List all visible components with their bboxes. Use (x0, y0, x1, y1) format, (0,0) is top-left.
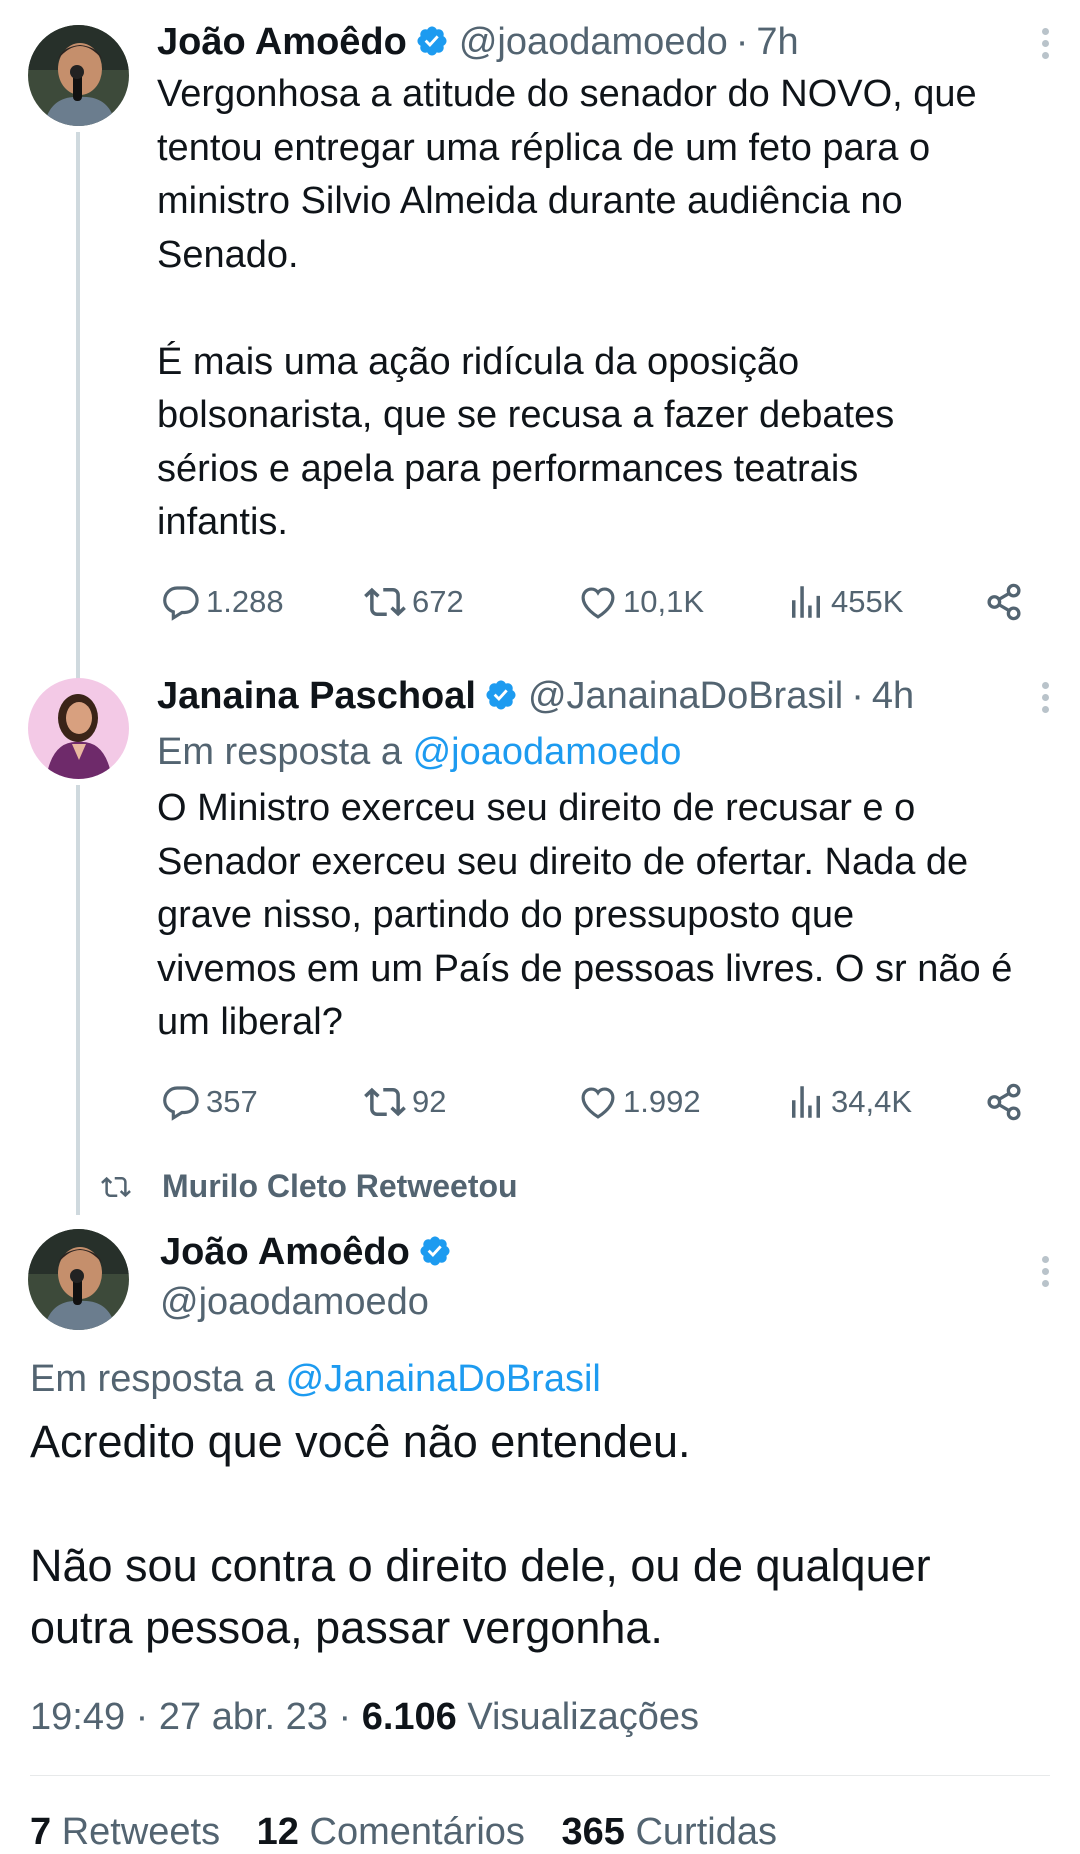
verified-badge-icon (486, 680, 516, 710)
timestamp[interactable]: 7h (756, 21, 798, 63)
reply-prefix: Em resposta a (157, 731, 413, 773)
author-name[interactable]: João Amoêdo (160, 1231, 410, 1273)
reply-to-link[interactable]: @JanainaDoBrasil (286, 1358, 601, 1400)
author-handle[interactable]: @JanainaDoBrasil (528, 675, 843, 717)
reply-prefix: Em resposta a (30, 1358, 286, 1400)
avatar-joao-amoedo[interactable] (28, 25, 129, 126)
separator: · (735, 21, 749, 63)
tweet-time[interactable]: 19:49 (30, 1696, 125, 1738)
avatar-janaina-paschoal[interactable] (28, 678, 129, 779)
reply-count: 357 (206, 1084, 258, 1119)
retweeted-by-label: Murilo Cleto Retweetou (162, 1168, 518, 1204)
share-button[interactable] (983, 1077, 1029, 1127)
author-handle[interactable]: @joaodamoedo (160, 1280, 429, 1324)
separator: · (338, 1696, 352, 1738)
retweet-count: 92 (412, 1084, 447, 1119)
like-count: 1.992 (623, 1084, 701, 1119)
comments-count: 12 (256, 1811, 299, 1853)
like-button[interactable]: 1.992 (577, 1077, 701, 1127)
like-count: 10,1K (623, 584, 705, 619)
more-options-icon[interactable] (1042, 682, 1052, 718)
views-count: 455K (831, 584, 904, 619)
more-options-icon[interactable] (1042, 1256, 1052, 1292)
views-label: Visualizações (467, 1696, 700, 1738)
like-icon (581, 587, 615, 619)
retweet-button[interactable]: 92 (362, 1077, 446, 1127)
retweet-count: 672 (412, 584, 464, 619)
views-count: 34,4K (831, 1084, 913, 1119)
verified-badge-icon (420, 1236, 450, 1266)
retweeted-by[interactable]: Murilo Cleto Retweetou (100, 1168, 518, 1205)
share-button[interactable] (983, 577, 1029, 627)
tweet1-actions: 1.288 672 10,1K 455K (157, 577, 1037, 627)
reply-icon (163, 586, 199, 621)
views-button[interactable]: 34,4K (785, 1077, 912, 1127)
tweet2-text: O Ministro exerceu seu direito de recusa… (157, 787, 1013, 1043)
thread-line-2 (76, 785, 80, 1215)
tweet2-header: Janaina Paschoal @JanainaDoBrasil · 4h (157, 674, 914, 726)
separator: · (135, 1696, 149, 1738)
reply-icon (163, 1086, 199, 1121)
reply-to-link[interactable]: @joaodamoedo (413, 731, 682, 773)
views-icon (792, 586, 820, 618)
tweet2-actions: 357 92 1.992 34,4K (157, 1077, 1037, 1127)
retweet-icon (101, 1176, 131, 1197)
engagement-stats: 7 Retweets 12 Comentários 365 Curtidas (30, 1810, 803, 1854)
timestamp[interactable]: 4h (872, 675, 914, 717)
verified-badge-icon (417, 26, 447, 56)
reply-context: Em resposta a @joaodamoedo (157, 730, 681, 774)
retweet-icon (364, 1087, 406, 1117)
divider (30, 1775, 1050, 1776)
comments-label: Comentários (309, 1811, 525, 1853)
more-options-icon[interactable] (1042, 28, 1052, 64)
author-handle[interactable]: @joaodamoedo (459, 21, 728, 63)
like-button[interactable]: 10,1K (577, 577, 704, 627)
tweet-date[interactable]: 27 abr. 23 (159, 1696, 328, 1738)
views-button[interactable]: 455K (785, 577, 903, 627)
retweets-label: Retweets (61, 1811, 221, 1853)
main-tweet-text: Acredito que você não entendeu. Não sou … (30, 1416, 931, 1653)
author-name[interactable]: Janaina Paschoal (157, 675, 476, 717)
share-icon (987, 583, 1021, 621)
tweet-meta: 19:49 · 27 abr. 23 · 6.106 Visualizações (30, 1695, 699, 1739)
reply-button[interactable]: 357 (160, 1077, 258, 1127)
retweet-icon (364, 587, 406, 617)
likes-label: Curtidas (635, 1811, 777, 1853)
tweet1-header: João Amoêdo @joaodamoedo · 7h (157, 20, 799, 72)
retweets-stat[interactable]: 7 Retweets (30, 1811, 220, 1853)
reply-count: 1.288 (206, 584, 284, 619)
retweet-button[interactable]: 672 (362, 577, 464, 627)
main-author-name-row: João Amoêdo (160, 1230, 462, 1282)
likes-stat[interactable]: 365 Curtidas (562, 1811, 777, 1853)
views-count: 6.106 (361, 1696, 457, 1738)
views-icon (792, 1086, 820, 1118)
likes-count: 365 (561, 1811, 625, 1853)
tweet1-text: Vergonhosa a atitude do senador do NOVO,… (157, 73, 977, 543)
separator: · (851, 675, 864, 717)
reply-button[interactable]: 1.288 (160, 577, 284, 627)
retweets-count: 7 (30, 1811, 52, 1853)
reply-context: Em resposta a @JanainaDoBrasil (30, 1357, 601, 1401)
thread-line-1 (76, 132, 80, 680)
share-icon (987, 1083, 1021, 1121)
like-icon (581, 1087, 615, 1119)
author-name[interactable]: João Amoêdo (157, 21, 407, 63)
comments-stat[interactable]: 12 Comentários (257, 1811, 525, 1853)
avatar-joao-amoedo[interactable] (28, 1229, 129, 1330)
